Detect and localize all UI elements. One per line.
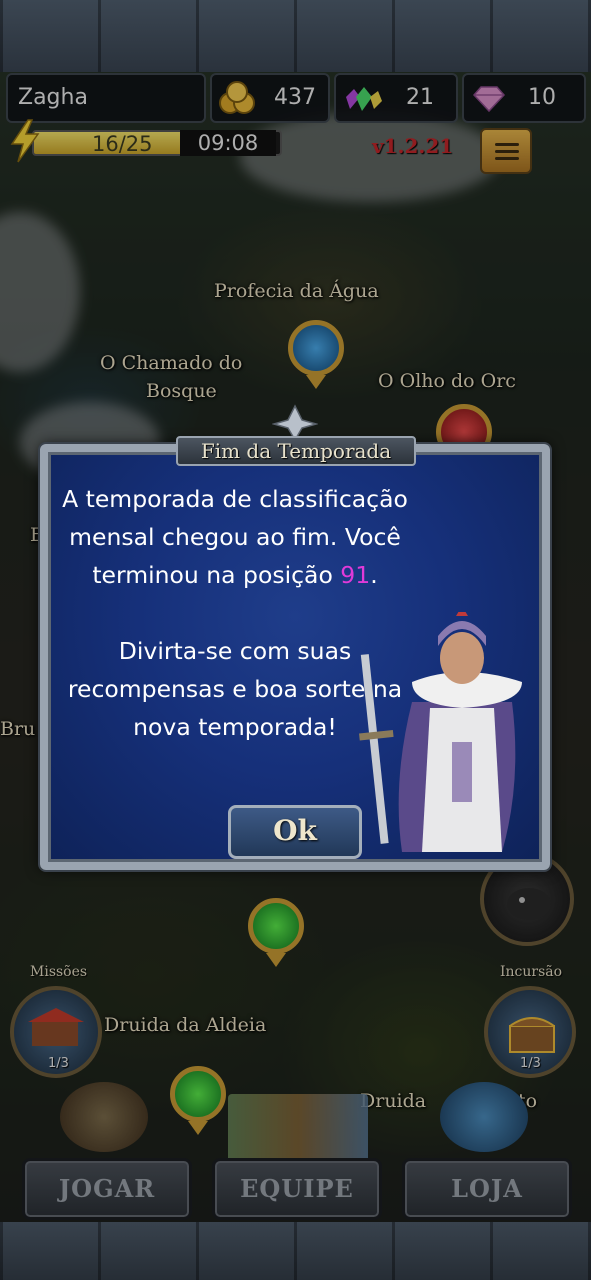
stone-frame-bottom: [0, 1222, 591, 1280]
rank-value: 91: [340, 561, 371, 589]
ok-button[interactable]: Ok: [228, 805, 362, 859]
dialog-title: Fim da Temporada: [176, 436, 416, 466]
knight-character-icon: [359, 612, 522, 852]
dialog-message-line1-end: .: [370, 561, 378, 589]
stone-frame-top: [0, 0, 591, 72]
